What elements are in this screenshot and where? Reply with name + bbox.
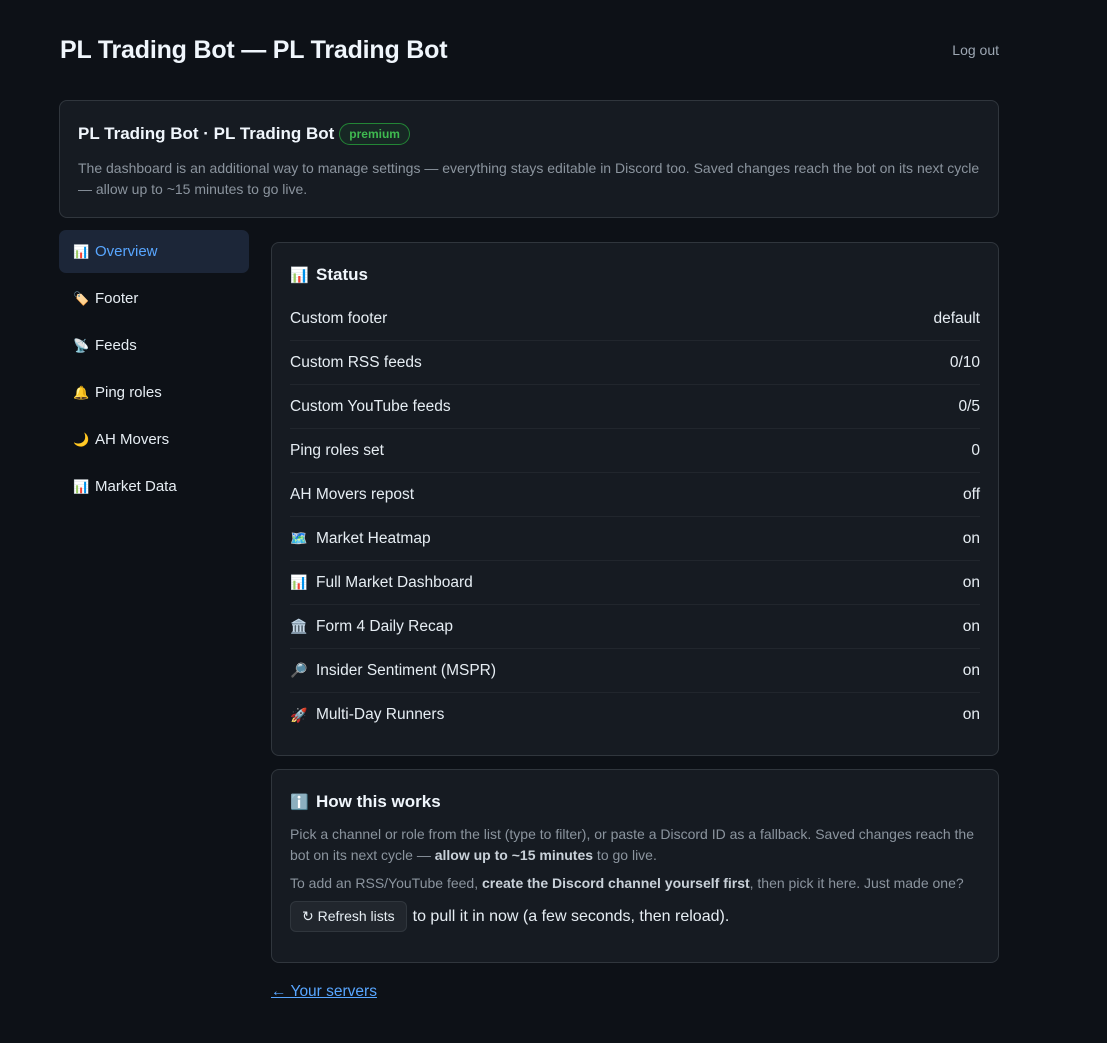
guild-header: PL Trading Bot · PL Trading Bot premium	[78, 123, 980, 145]
chart-icon: 📊	[73, 478, 90, 494]
help-emphasis: create the Discord channel yourself firs…	[482, 875, 750, 891]
tag-icon: 🏷️	[73, 290, 90, 306]
logout-link[interactable]: Log out	[952, 42, 999, 58]
status-title: 📊 Status	[290, 265, 980, 285]
status-title-text: Status	[316, 265, 368, 284]
status-value: 0	[971, 441, 980, 459]
sidebar-item-label: Feeds	[95, 337, 137, 354]
refresh-explanation: to pull it in now (a few seconds, then r…	[412, 907, 730, 925]
status-row-ping-roles-set: Ping roles set 0	[290, 429, 980, 473]
guild-description: The dashboard is an additional way to ma…	[78, 160, 980, 197]
status-row-custom-rss-feeds: Custom RSS feeds 0/10	[290, 341, 980, 385]
help-text: , then pick it here. Just made one?	[749, 875, 964, 891]
status-value: 0/5	[958, 397, 980, 415]
help-title-text: How this works	[316, 792, 441, 811]
status-list: Custom footer default Custom RSS feeds 0…	[290, 297, 980, 737]
sidebar-item-footer[interactable]: 🏷️ Footer	[59, 277, 249, 320]
bell-icon: 🔔	[73, 384, 90, 400]
help-paragraph-2: To add an RSS/YouTube feed, create the D…	[290, 873, 980, 894]
sidebar-item-label: AH Movers	[95, 431, 170, 448]
status-value: on	[962, 573, 980, 591]
guild-card: PL Trading Bot · PL Trading Bot premium …	[59, 100, 999, 218]
header: PL Trading Bot — PL Trading Bot Log out	[59, 0, 999, 100]
status-label: Custom footer	[290, 309, 388, 327]
sidebar-item-label: Footer	[95, 290, 139, 307]
help-text: To add an RSS/YouTube feed,	[290, 875, 482, 891]
chart-icon: 📊	[290, 574, 308, 590]
page: PL Trading Bot — PL Trading Bot Log out …	[59, 0, 999, 1001]
status-label: Multi-Day Runners	[316, 706, 445, 723]
main-content: 📊 Status Custom footer default Custom RS…	[271, 230, 999, 1001]
status-row-ah-movers-repost: AH Movers repost off	[290, 473, 980, 517]
sidebar-item-ping-roles[interactable]: 🔔 Ping roles	[59, 371, 249, 414]
sidebar-item-label: Overview	[95, 243, 158, 260]
status-label: Full Market Dashboard	[316, 573, 473, 591]
premium-badge: premium	[339, 123, 410, 145]
refresh-lists-button[interactable]: ↻ Refresh lists	[290, 901, 407, 932]
bank-icon: 🏛️	[290, 618, 308, 634]
magnifier-icon: 🔎	[290, 662, 308, 678]
guild-name: PL Trading Bot · PL Trading Bot	[78, 124, 335, 143]
status-label-group: 🚀 Multi-Day Runners	[290, 706, 444, 724]
help-card: ℹ️ How this works Pick a channel or role…	[271, 769, 999, 963]
status-label-group: 📊 Full Market Dashboard	[290, 574, 473, 592]
status-label: AH Movers repost	[290, 485, 415, 503]
sidebar: 📊 Overview 🏷️ Footer 📡 Feeds 🔔 Ping role…	[59, 230, 249, 1001]
help-emphasis: allow up to ~15 minutes	[434, 847, 594, 863]
status-value: 0/10	[949, 353, 980, 371]
status-label-group: 🏛️ Form 4 Daily Recap	[290, 618, 453, 636]
moon-icon: 🌙	[73, 431, 90, 447]
help-title: ℹ️ How this works	[290, 792, 980, 812]
status-row-multi-day-runners: 🚀 Multi-Day Runners on	[290, 693, 980, 737]
status-value: off	[963, 485, 980, 503]
status-row-full-market-dashboard: 📊 Full Market Dashboard on	[290, 561, 980, 605]
status-value: on	[962, 706, 980, 723]
refresh-line: ↻ Refresh lists to pull it in now (a few…	[290, 901, 980, 932]
sidebar-item-feeds[interactable]: 📡 Feeds	[59, 324, 249, 367]
chart-icon: 📊	[73, 243, 90, 259]
status-row-custom-youtube-feeds: Custom YouTube feeds 0/5	[290, 385, 980, 429]
status-value: default	[933, 309, 980, 327]
status-label: Insider Sentiment (MSPR)	[316, 661, 497, 679]
sidebar-item-overview[interactable]: 📊 Overview	[59, 230, 249, 273]
sidebar-item-ah-movers[interactable]: 🌙 AH Movers	[59, 418, 249, 461]
status-value: on	[962, 529, 980, 547]
status-label-group: 🗺️ Market Heatmap	[290, 530, 431, 548]
map-icon: 🗺️	[290, 530, 308, 546]
rocket-icon: 🚀	[290, 706, 308, 723]
info-icon: ℹ️	[290, 794, 309, 811]
status-card: 📊 Status Custom footer default Custom RS…	[271, 242, 999, 756]
satellite-antenna-icon: 📡	[73, 337, 90, 353]
status-row-form-4-daily-recap: 🏛️ Form 4 Daily Recap on	[290, 605, 980, 649]
chart-icon: 📊	[290, 267, 309, 284]
sidebar-item-market-data[interactable]: 📊 Market Data	[59, 465, 249, 508]
back-to-servers-link[interactable]: ← Your servers	[271, 983, 377, 1001]
status-row-custom-footer: Custom footer default	[290, 297, 980, 341]
help-paragraph-1: Pick a channel or role from the list (ty…	[290, 824, 980, 866]
status-label: Ping roles set	[290, 441, 384, 459]
status-row-insider-sentiment: 🔎 Insider Sentiment (MSPR) on	[290, 649, 980, 693]
status-label: Form 4 Daily Recap	[316, 617, 453, 635]
sidebar-item-label: Ping roles	[95, 384, 162, 401]
status-label: Market Heatmap	[316, 529, 431, 547]
content-row: 📊 Overview 🏷️ Footer 📡 Feeds 🔔 Ping role…	[59, 230, 999, 1001]
status-value: on	[962, 617, 980, 635]
status-label: Custom RSS feeds	[290, 353, 422, 371]
help-text: to go live.	[593, 847, 657, 863]
page-title: PL Trading Bot — PL Trading Bot	[60, 36, 448, 64]
status-label: Custom YouTube feeds	[290, 397, 451, 415]
status-row-market-heatmap: 🗺️ Market Heatmap on	[290, 517, 980, 561]
status-value: on	[962, 661, 980, 679]
sidebar-item-label: Market Data	[95, 478, 177, 495]
status-label-group: 🔎 Insider Sentiment (MSPR)	[290, 662, 496, 680]
